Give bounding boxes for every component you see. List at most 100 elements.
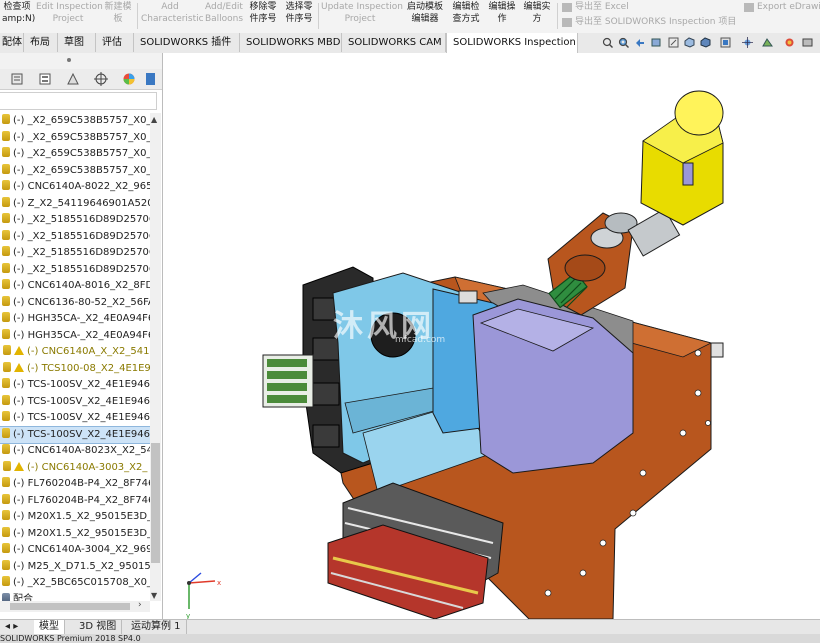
- add-characteristic-button[interactable]: Add Characteristic: [141, 1, 204, 31]
- zoom-to-fit-icon[interactable]: [602, 37, 613, 48]
- tree-item[interactable]: (-) FL760204B-P4_X2_8F746: [0, 476, 150, 493]
- tab-solidworks-cam[interactable]: SOLIDWORKS CAM: [342, 33, 446, 52]
- panel-grip[interactable]: [0, 53, 162, 69]
- export-excel-button[interactable]: 导出至 Excel: [575, 1, 629, 13]
- section-view-icon[interactable]: [651, 37, 662, 48]
- tree-item[interactable]: (-) FL760204B-P4_X2_8F746: [0, 493, 150, 510]
- tree-item-label: (-) Z_X2_54119646901A520: [13, 197, 150, 209]
- hide-show-items-icon[interactable]: [720, 37, 731, 48]
- feature-manager-tab-icon[interactable]: [10, 72, 24, 86]
- apply-scene-icon[interactable]: [762, 37, 773, 48]
- tree-item[interactable]: (-) _X2_659C538B5757_X0_(: [0, 163, 150, 180]
- scroll-up-icon[interactable]: ▲: [151, 115, 157, 124]
- scroll-right-icon[interactable]: ›: [138, 600, 142, 610]
- tree-item[interactable]: (-) _X2_5185516D89D25706: [0, 212, 150, 229]
- part-icon: [3, 460, 11, 471]
- tree-item[interactable]: (-) _X2_5185516D89D25706: [0, 229, 150, 246]
- tab-sketch[interactable]: 草图: [58, 33, 96, 52]
- tab-model[interactable]: 模型: [34, 620, 65, 634]
- tab-assembly[interactable]: 配体: [0, 33, 24, 52]
- tree-item-label: (-) HGH35CA-_X2_4E0A94F6: [13, 313, 150, 324]
- tree-vertical-scroll-thumb[interactable]: [151, 443, 160, 563]
- previous-view-icon[interactable]: [634, 37, 645, 48]
- part-icon: [3, 361, 11, 372]
- tree-horizontal-scroll-thumb[interactable]: [10, 603, 130, 610]
- tree-item[interactable]: (-) _X2_5185516D89D25706: [0, 245, 150, 262]
- tree-item[interactable]: (-) CNC6140A-3003_X2_: [0, 460, 150, 477]
- display-settings-icon[interactable]: [802, 37, 813, 48]
- tree-item-label: (-) _X2_659C538B5757_X0_(: [13, 164, 150, 176]
- tab-solidworks-mbd[interactable]: SOLIDWORKS MBD: [240, 33, 342, 52]
- export-inspection-project-button[interactable]: 导出至 SOLIDWORKS Inspection 项目: [575, 16, 736, 28]
- ribbon-divider: [318, 3, 319, 29]
- tree-item[interactable]: (-) _X2_659C538B5757_X0_(: [0, 130, 150, 147]
- tab-evaluate[interactable]: 评估: [96, 33, 134, 52]
- property-manager-tab-icon[interactable]: [38, 72, 52, 86]
- tree-filter-input[interactable]: [0, 92, 157, 110]
- tab-motion-study[interactable]: 运动算例 1: [126, 620, 187, 634]
- view-orientation-icon[interactable]: [684, 37, 695, 48]
- display-style-icon[interactable]: [700, 37, 711, 48]
- tree-item[interactable]: (-) TCS100-08_X2_4E1E9: [0, 361, 150, 378]
- add-edit-balloons-button[interactable]: Add/Edit Balloons: [203, 1, 245, 31]
- display-manager-tab-icon[interactable]: [122, 72, 136, 86]
- new-template-button[interactable]: 新建模 板: [103, 1, 133, 31]
- graphics-area[interactable]: x y 沐风网 mfcad.com: [163, 53, 820, 619]
- tree-item-label: (-) CNC6140A-8016_X2_8FD: [13, 280, 150, 291]
- part-icon: [2, 510, 10, 520]
- export-edrawings-button[interactable]: Export eDrawi: [757, 1, 820, 13]
- zoom-to-area-icon[interactable]: [618, 37, 629, 48]
- tree-horizontal-scrollbar[interactable]: ›: [0, 600, 150, 612]
- select-balloon-button[interactable]: 选择零 件序号: [283, 1, 315, 31]
- edit-inspection-project-button[interactable]: Edit Inspection Project: [36, 1, 103, 31]
- dynamic-annotation-icon[interactable]: [668, 37, 679, 48]
- dimxpert-manager-tab-icon[interactable]: [94, 72, 108, 86]
- tab-solidworks-addins[interactable]: SOLIDWORKS 插件: [134, 33, 240, 52]
- part-icon: [2, 477, 10, 487]
- tree-item[interactable]: (-) CNC6140A-8016_X2_8FD: [0, 278, 150, 295]
- scroll-down-icon[interactable]: ▼: [151, 591, 157, 600]
- tree-item[interactable]: (-) _X2_5185516D89D25706: [0, 262, 150, 279]
- tree-item[interactable]: (-) M20X1.5_X2_95015E3D_: [0, 509, 150, 526]
- tree-item[interactable]: (-) CNC6140A-8023X_X2_54: [0, 443, 150, 460]
- edit-appearance-icon[interactable]: [742, 37, 753, 48]
- tree-item-label: (-) TCS-100SV_X2_4E1E946E: [13, 379, 150, 390]
- panel-scroll-right-icon[interactable]: [146, 72, 156, 86]
- tree-item[interactable]: (-) HGH35CA-_X2_4E0A94F6: [0, 328, 150, 345]
- part-icon: [2, 246, 10, 256]
- launch-template-editor-button[interactable]: 启动模板 编辑器: [404, 1, 446, 31]
- tab-layout[interactable]: 布局: [24, 33, 58, 52]
- tree-item[interactable]: (-) TCS-100SV_X2_4E1E946E: [0, 425, 151, 444]
- tree-item-label: (-) CNC6140A-8023X_X2_54: [13, 445, 150, 456]
- tree-item-label: (-) TCS-100SV_X2_4E1E946E: [13, 412, 150, 423]
- tree-item[interactable]: (-) _X2_659C538B5757_X0_(: [0, 113, 150, 130]
- tree-item[interactable]: (-) TCS-100SV_X2_4E1E946E: [0, 394, 150, 411]
- tree-item[interactable]: (-) CNC6136-80-52_X2_56FA: [0, 295, 150, 312]
- tree-item[interactable]: (-) TCS-100SV_X2_4E1E946E: [0, 377, 150, 394]
- assembly-model[interactable]: x y: [163, 53, 820, 619]
- tree-vertical-scrollbar[interactable]: ▲ ▼: [150, 113, 161, 601]
- edit-operation-button[interactable]: 编辑操 作: [486, 1, 518, 31]
- tree-item[interactable]: (-) CNC6140A-8022_X2_965: [0, 179, 150, 196]
- tree-item[interactable]: (-) CNC6140A_X_X2_541: [0, 344, 150, 361]
- tree-item[interactable]: (-) TCS-100SV_X2_4E1E946E: [0, 410, 150, 427]
- tab-solidworks-inspection[interactable]: SOLIDWORKS Inspection: [446, 33, 578, 53]
- edit-vendor-button[interactable]: 编辑实 方: [521, 1, 553, 31]
- warning-icon: [14, 362, 24, 372]
- configuration-manager-tab-icon[interactable]: [66, 72, 80, 86]
- tree-item[interactable]: (-) CNC6140A-3004_X2_969: [0, 542, 150, 559]
- tree-item[interactable]: (-) M20X1.5_X2_95015E3D_: [0, 526, 150, 543]
- tree-item[interactable]: (-) _X2_5BC65C015708_X0_: [0, 575, 150, 592]
- edit-inspection-method-button[interactable]: 编辑检 查方式: [450, 1, 482, 31]
- tree-item[interactable]: (-) Z_X2_54119646901A520: [0, 196, 150, 213]
- tree-item[interactable]: (-) _X2_659C538B5757_X0_(: [0, 146, 150, 163]
- update-inspection-project-button[interactable]: Update Inspection Project: [321, 1, 403, 31]
- tree-item-label: (-) M25_X_D71.5_X2_95015: [13, 560, 150, 572]
- inspection-create-button[interactable]: 检查项 amp:N): [2, 1, 35, 31]
- view-settings-icon[interactable]: [784, 37, 795, 48]
- remove-balloon-button[interactable]: 移除零 件序号: [248, 1, 278, 31]
- tree-item[interactable]: (-) M25_X_D71.5_X2_95015: [0, 559, 150, 576]
- tree-item[interactable]: (-) HGH35CA-_X2_4E0A94F6: [0, 311, 150, 328]
- tab-3d-view[interactable]: 3D 视图: [74, 620, 123, 634]
- part-icon: [2, 196, 10, 207]
